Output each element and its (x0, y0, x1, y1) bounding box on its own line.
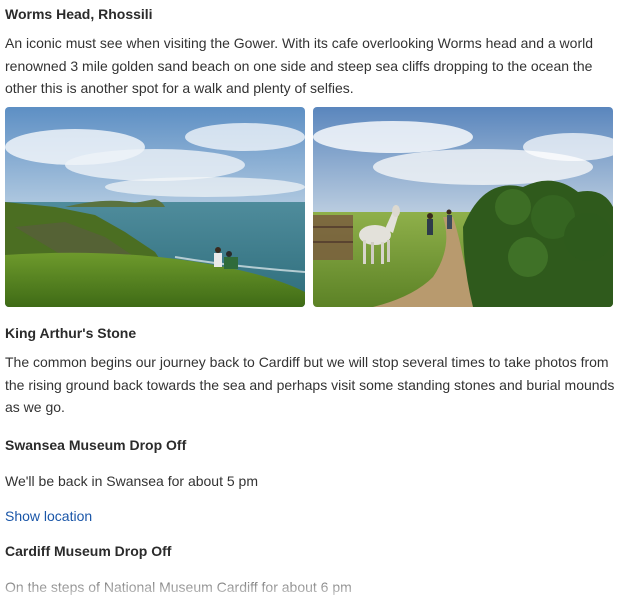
stop-description: An iconic must see when visiting the Gow… (5, 35, 594, 96)
photo-horse-path[interactable] (313, 107, 613, 307)
photo-gallery (5, 107, 613, 307)
stop-title: Cardiff Museum Drop Off (5, 543, 172, 559)
stop-title: Swansea Museum Drop Off (5, 437, 187, 453)
itinerary-stop-worms-head: Worms Head, Rhossili (5, 4, 613, 24)
stop-title: Worms Head, Rhossili (5, 6, 153, 22)
photo-worms-head-coast[interactable] (5, 107, 305, 307)
stop-description: On the steps of National Museum Cardiff … (5, 579, 352, 595)
stop-title: King Arthur's Stone (5, 325, 137, 341)
stop-description: The common begins our journey back to Ca… (5, 354, 615, 415)
show-location-link[interactable]: Show location (5, 508, 92, 524)
stop-description: We'll be back in Swansea for about 5 pm (5, 473, 258, 489)
